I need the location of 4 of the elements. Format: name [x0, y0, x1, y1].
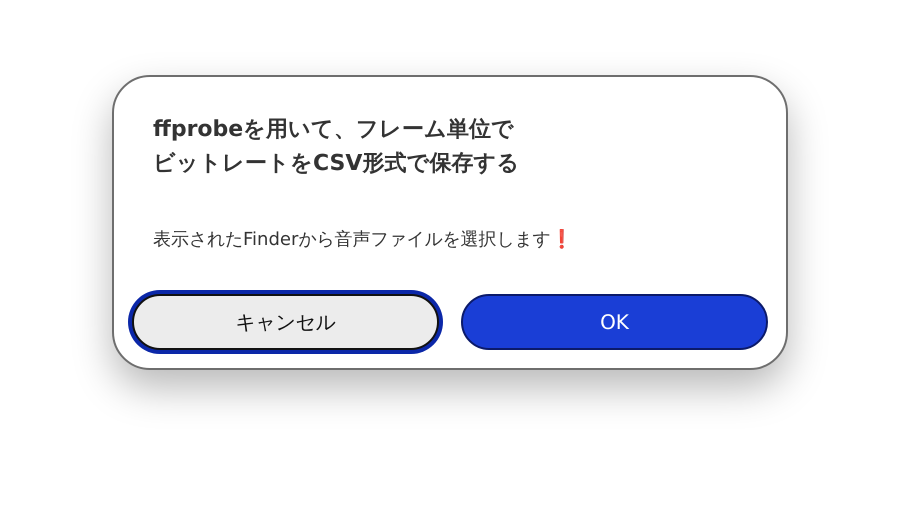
- dialog-title: ビットレートをCSV形式で保存する: [152, 150, 520, 178]
- dialog-title: ffprobeを用いて、フレーム単位で: [152, 116, 516, 144]
- dialog-message: 表示されたFinderから音声ファイルを選択します❗: [152, 228, 574, 251]
- ok-button[interactable]: OK: [461, 294, 768, 350]
